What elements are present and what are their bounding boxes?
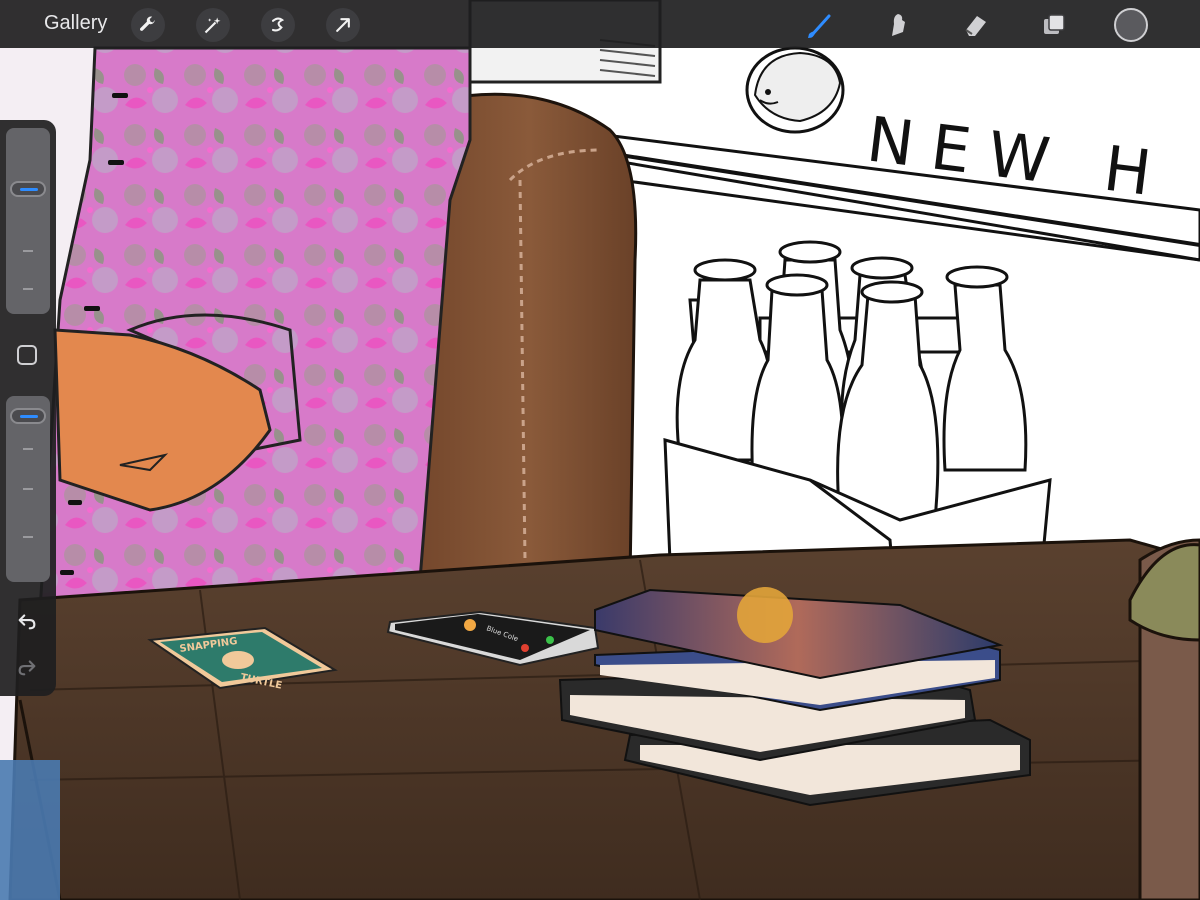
brush-icon [808, 14, 831, 38]
top-toolbar: Gallery [0, 0, 1200, 48]
redo-button[interactable] [14, 654, 40, 680]
brush-size-handle[interactable] [10, 180, 46, 197]
brush-size-slider[interactable] [6, 128, 50, 314]
opacity-slider[interactable] [6, 396, 50, 582]
smudge-button[interactable] [882, 9, 914, 41]
magic-wand-icon [204, 17, 221, 34]
actions-button[interactable] [131, 8, 165, 42]
brush-button[interactable] [804, 9, 836, 41]
wrench-icon [140, 16, 155, 31]
opacity-handle[interactable] [10, 408, 46, 425]
layers-button[interactable] [1038, 9, 1070, 41]
hedgehog-logo [745, 46, 845, 134]
transform-arrow-icon [336, 18, 350, 32]
smudge-icon [892, 14, 905, 36]
eraser-button[interactable] [960, 9, 992, 41]
color-picker-button[interactable] [1114, 8, 1148, 42]
modify-button[interactable] [17, 345, 37, 365]
adjustments-button[interactable] [196, 8, 230, 42]
eraser-icon [965, 16, 986, 36]
undo-icon [18, 614, 36, 630]
undo-button[interactable] [14, 608, 40, 634]
transform-button[interactable] [326, 8, 360, 42]
gallery-button[interactable]: Gallery [44, 12, 107, 35]
selection-icon [271, 17, 285, 32]
floor-blue [0, 760, 60, 900]
sidebar [0, 120, 56, 696]
layers-icon [1044, 14, 1065, 34]
redo-icon [18, 660, 36, 676]
selection-button[interactable] [261, 8, 295, 42]
drawing-canvas[interactable]: NEW H SNAPPING TURTLE Blue Cole [0, 0, 1200, 900]
